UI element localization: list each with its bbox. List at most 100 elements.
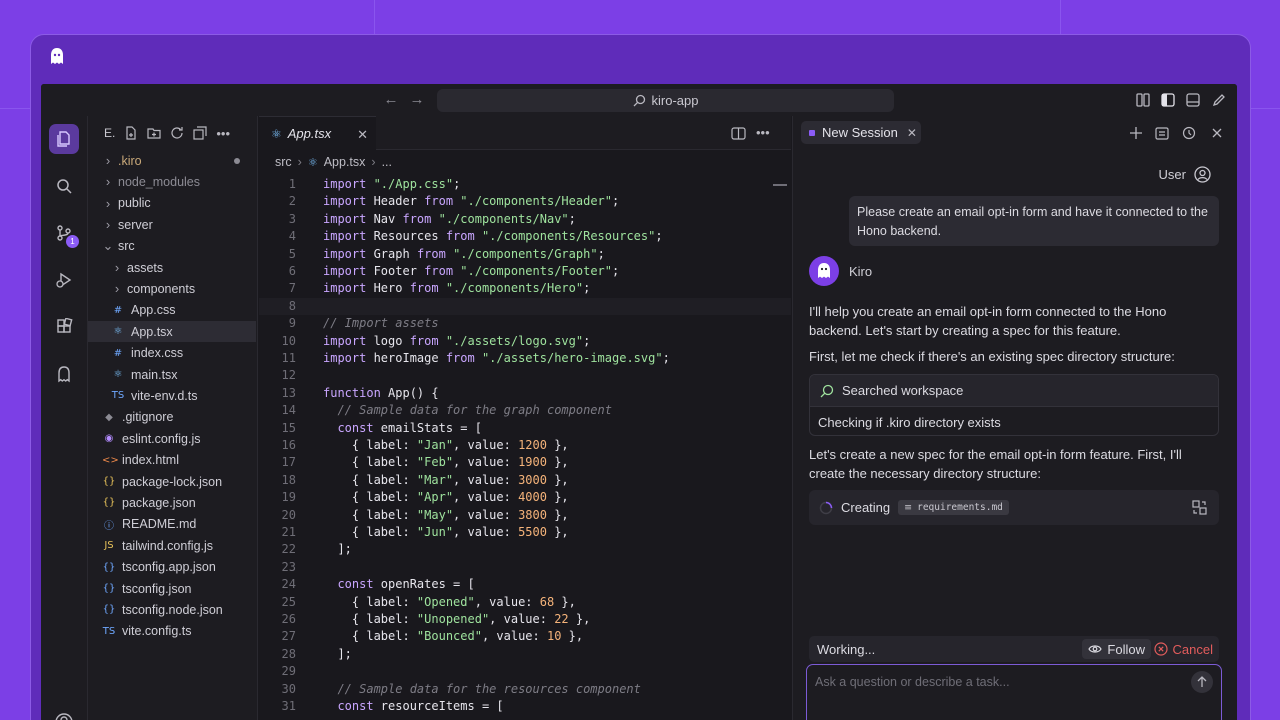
tree-item[interactable]: {} tsconfig.node.json [88,599,256,620]
spec-list-icon[interactable] [1155,126,1169,140]
explorer-title: E. [104,126,116,140]
tree-item[interactable]: TS vite-env.d.ts [88,385,256,406]
code-line: 14 // Sample data for the graph componen… [259,402,791,419]
open-diff-icon[interactable] [1192,500,1207,515]
follow-button[interactable]: Follow [1082,639,1151,659]
tool-call-header: Searched workspace [810,375,1218,406]
plus-icon[interactable] [1129,126,1143,140]
chevron-right-icon: › [105,217,111,233]
edit-icon[interactable] [1211,92,1227,108]
line-number: 9 [288,316,296,331]
tree-item[interactable]: ⚛ App.tsx [88,321,256,343]
tree-item[interactable]: › components [88,278,256,299]
close-icon[interactable]: ✕ [357,127,368,143]
explorer-activity[interactable] [49,124,79,154]
forward-arrow-icon[interactable]: → [409,92,425,108]
code-line: 12 [259,367,791,384]
history-icon[interactable] [1182,126,1196,140]
tree-item[interactable]: {} package-lock.json [88,471,256,492]
tree-item[interactable]: TS vite.config.ts [88,621,256,642]
code-text: { label: "Mar", value: 3000 }, [323,472,569,487]
send-button[interactable] [1191,671,1213,693]
command-search[interactable]: kiro-app [437,89,894,112]
tool-call-box[interactable]: Searched workspace Checking if .kiro dir… [809,374,1219,436]
tree-item[interactable]: {} tsconfig.app.json [88,557,256,578]
tree-item[interactable]: # App.css [88,300,256,321]
tree-item[interactable]: ⚛ main.tsx [88,364,256,385]
cancel-button[interactable]: Cancel [1150,639,1217,659]
extensions-activity[interactable] [49,312,79,342]
tree-item[interactable]: <> index.html [88,450,256,471]
code-line: 8 [259,297,791,316]
run-debug-activity[interactable] [49,265,79,295]
agent-text: First, let me check if there's an existi… [809,349,1175,364]
code-line: 6 import Footer from "./components/Footer… [259,263,791,280]
more-icon[interactable]: ••• [756,125,770,140]
source-control-activity[interactable]: 1 [49,218,79,248]
editor-tabbar: ⚛ App.tsx ✕ ••• [259,116,791,150]
code-line: 18 { label: "Mar", value: 3000 }, [259,472,791,489]
file-type-icon: {} [102,497,116,509]
breadcrumb-more[interactable]: ... [382,155,392,169]
tree-item[interactable]: ⓘ README.md [88,514,256,535]
line-number: 5 [288,246,296,261]
code-line: 29 [259,663,791,680]
line-number: 2 [288,194,296,209]
breadcrumb-file[interactable]: App.tsx [324,155,366,169]
search-icon [57,179,72,194]
tree-item[interactable]: › node_modules [88,171,256,192]
new-file-icon[interactable] [124,126,138,140]
kiro-activity[interactable] [49,359,79,389]
creating-file-box: Creating ≡ requirements.md [809,490,1219,525]
new-folder-icon[interactable] [147,126,161,140]
tree-item-label: node_modules [118,174,201,189]
layout-panels-icon[interactable] [1135,92,1151,108]
toggle-panel-icon[interactable] [1185,92,1201,108]
tab-app-tsx[interactable]: ⚛ App.tsx ✕ [259,116,376,150]
file-type-icon: # [113,304,123,316]
tree-item[interactable]: ⌄ src [88,236,256,257]
run-debug-icon [56,272,72,288]
file-type-icon: TS [102,625,116,637]
tree-item[interactable]: ◉ eslint.config.js [88,428,256,449]
tree-item[interactable]: {} tsconfig.json [88,578,256,599]
agent-text: Let's create a new spec for the email op… [809,447,1182,481]
tree-item[interactable]: › public [88,193,256,214]
tree-item-label: tsconfig.node.json [122,602,223,617]
collapse-all-icon[interactable] [193,126,207,140]
code-text: import Footer from "./components/Footer"… [323,264,620,278]
tree-item[interactable]: # index.css [88,343,256,364]
close-icon[interactable] [1210,126,1224,140]
code-text: import Hero from "./components/Hero"; [323,281,591,296]
split-editor-icon[interactable] [731,126,746,141]
refresh-icon[interactable] [170,126,184,140]
search-activity[interactable] [49,171,79,201]
chat-input[interactable] [815,671,1175,693]
line-number: 21 [281,525,296,539]
tree-item[interactable]: › server [88,214,256,235]
line-number: 20 [281,507,296,522]
tree-item[interactable]: {} package.json [88,492,256,513]
close-icon[interactable]: ✕ [907,126,917,140]
tree-item-label: tsconfig.app.json [122,560,216,575]
more-icon[interactable]: ••• [216,126,230,141]
code-line: 9 // Import assets [259,315,791,332]
agent-row: Kiro [809,256,872,286]
account-activity[interactable] [49,707,79,720]
title-bar: ← → kiro-app [41,84,1237,116]
tree-item[interactable]: ◆ .gitignore [88,407,256,428]
file-chip[interactable]: ≡ requirements.md [898,500,1009,515]
tree-item[interactable]: › assets [88,257,256,278]
toggle-sidebar-icon[interactable] [1160,92,1176,108]
breadcrumb-folder[interactable]: src [275,155,292,169]
tree-item[interactable]: JS tailwind.config.js [88,535,256,556]
back-arrow-icon[interactable]: ← [383,92,399,108]
tree-item[interactable]: › .kiro [88,150,256,171]
line-number: 26 [281,612,296,626]
code-line: 10 import logo from "./assets/logo.svg"; [259,333,791,350]
code-text: { label: "May", value: 3800 }, [323,507,569,522]
session-tab[interactable]: New Session ✕ [801,121,921,144]
react-file-icon: ⚛ [307,155,318,169]
tree-item-label: index.html [122,453,179,468]
file-type-icon: ⚛ [113,369,123,380]
